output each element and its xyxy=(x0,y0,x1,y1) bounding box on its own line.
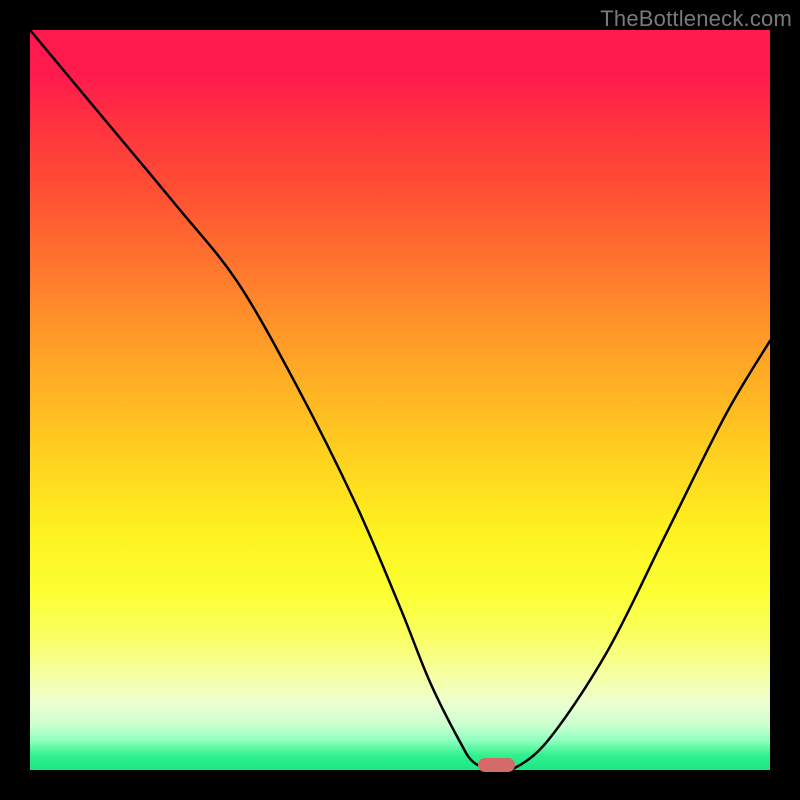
chart-frame: TheBottleneck.com xyxy=(0,0,800,800)
bottleneck-curve xyxy=(30,30,770,770)
plot-area xyxy=(30,30,770,770)
watermark-text: TheBottleneck.com xyxy=(600,6,792,32)
optimal-range-marker xyxy=(478,758,515,772)
